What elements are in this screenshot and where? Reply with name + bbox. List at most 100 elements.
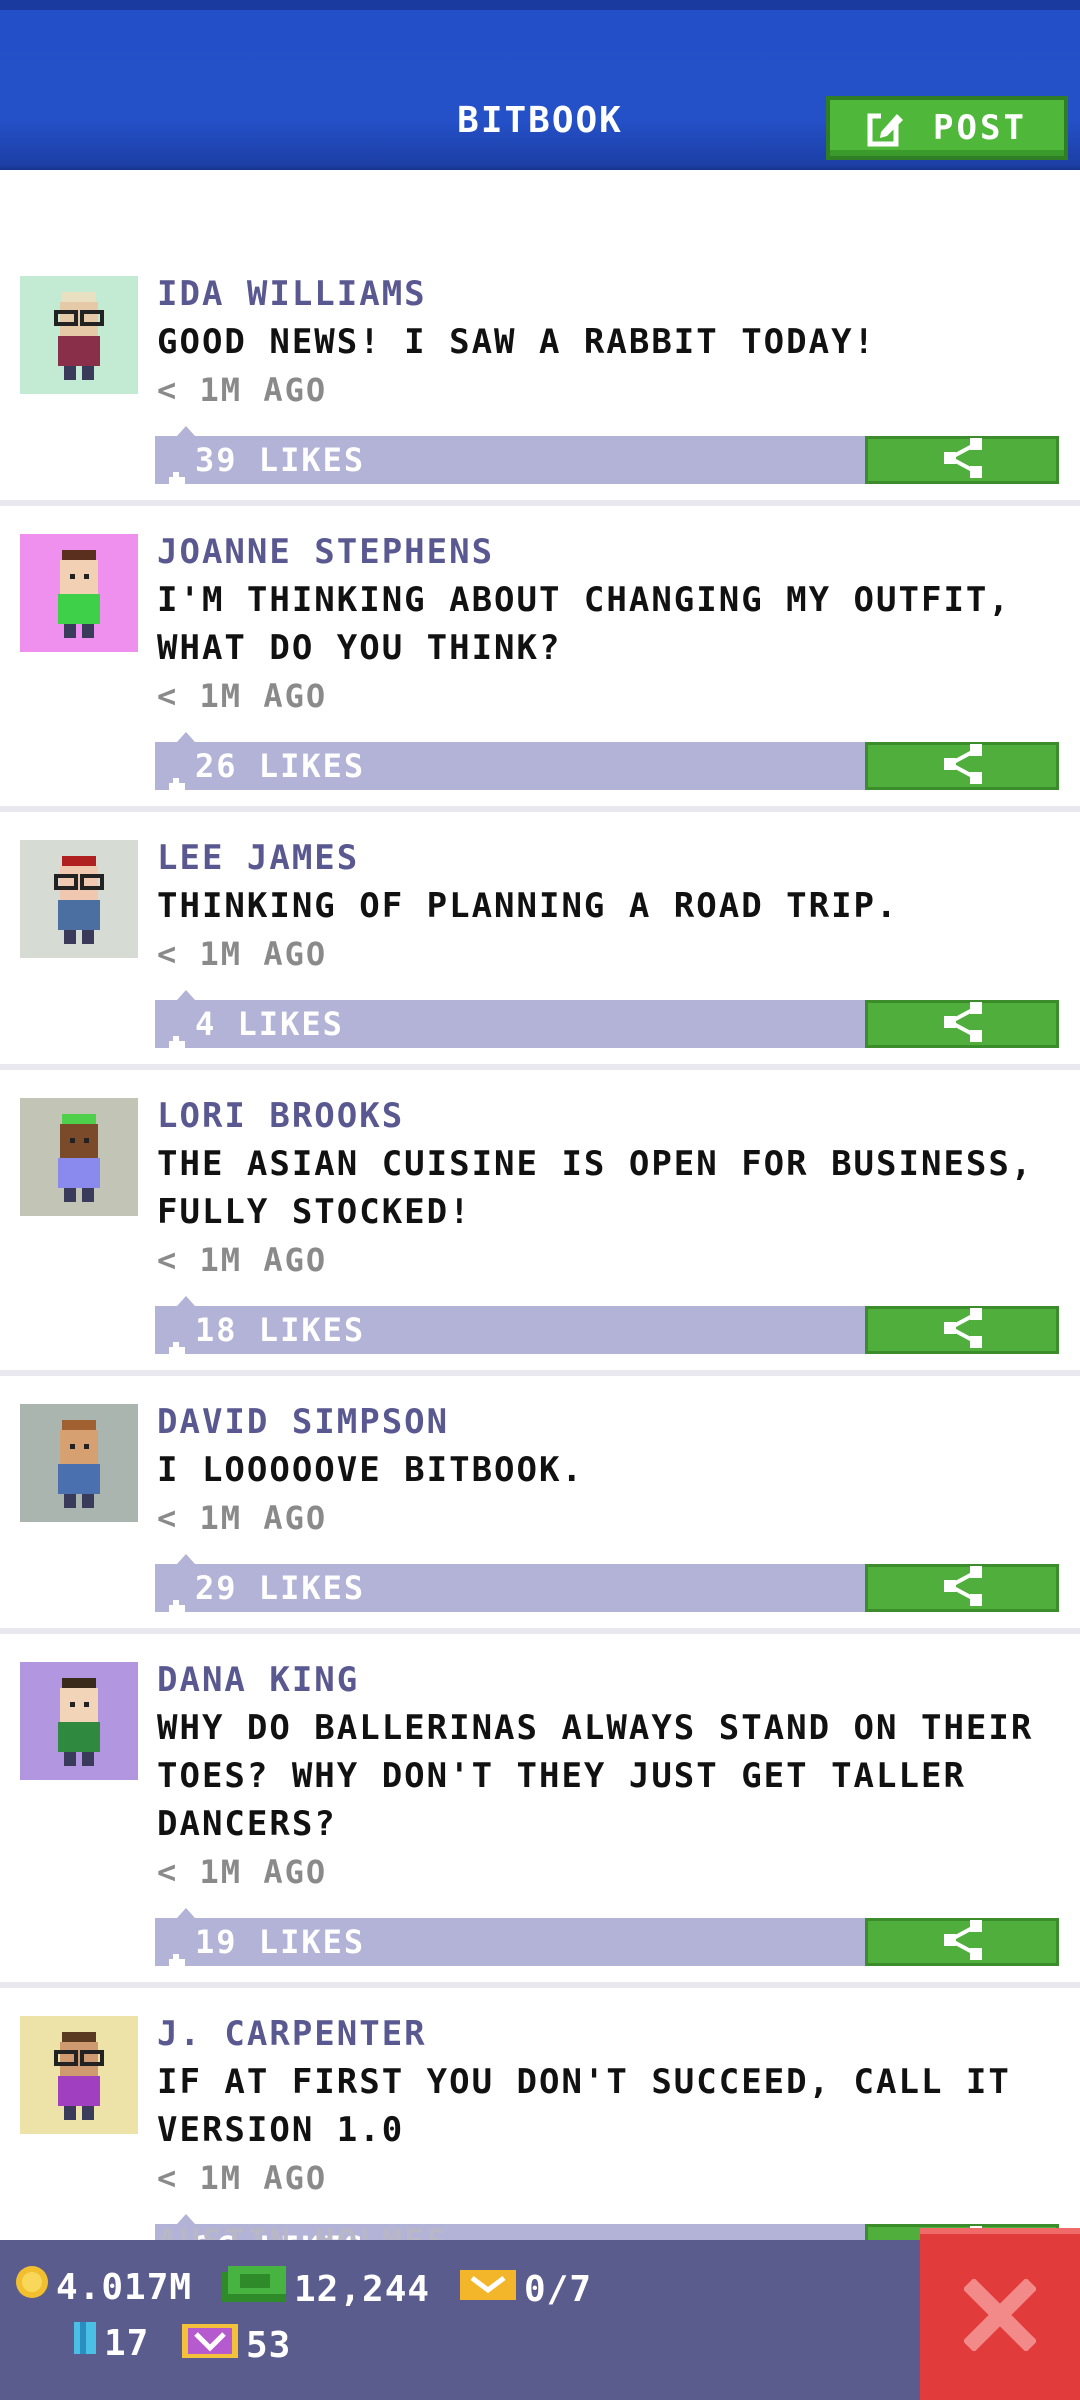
share-button[interactable] [865,1306,1059,1354]
post-author[interactable]: DANA KING [157,1656,1060,1704]
post-author[interactable]: JOANNE STEPHENS [157,528,1060,576]
like-bar-pointer [177,1296,195,1306]
thumb-icon [167,1580,187,1615]
avatar [20,1662,138,1780]
like-bar[interactable]: 18 LIKES [155,1296,1059,1357]
cash-value: 12,244 [294,2268,431,2310]
share-icon [940,1308,984,1352]
post-text: THINKING OF PLANNING A ROAD TRIP. [157,886,899,926]
post-button[interactable]: POST [826,96,1068,160]
avatar [20,534,138,652]
cash-icon [220,2264,288,2315]
likes-label: 19 LIKES [195,1923,366,1961]
coins-value: 4.017M [56,2266,193,2308]
vip-stat: 53 [180,2320,291,2371]
feed-post: JOANNE STEPHENS I'M THINKING ABOUT CHANGI… [0,506,1080,812]
post-content: IDA WILLIAMS GOOD NEWS! I SAW A RABBIT TO… [157,270,1060,414]
share-icon [940,438,984,482]
feed-post: DANA KING WHY DO BALLERINAS ALWAYS STAND … [0,1634,1080,1988]
likes-count: 4 LIKES [167,1000,344,1051]
avatar [20,840,138,958]
feed-post: DAVID SIMPSON I LOOOOOVE BITBOOK. < 1M AGO… [0,1376,1080,1634]
post-author[interactable]: J. CARPENTER [157,2010,1060,2058]
bux-value: 17 [104,2322,150,2364]
like-bar-pointer [177,732,195,742]
post-content: JOANNE STEPHENS I'M THINKING ABOUT CHANGI… [157,528,1060,720]
status-bar: AUSTIN HOLMES 4.017M 12,244 0/7 17 53 [0,2222,1080,2400]
avatar [20,276,138,394]
like-bar[interactable]: 39 LIKES [155,426,1059,487]
post-author[interactable]: IDA WILLIAMS [157,270,1060,318]
like-bar[interactable]: 4 LIKES [155,990,1059,1051]
close-button[interactable] [920,2228,1080,2400]
post-time: < 1M AGO [157,2159,328,2197]
thumb-icon [167,1016,187,1051]
post-content: J. CARPENTER IF AT FIRST YOU DON'T SUCCEE… [157,2010,1060,2202]
post-content: LORI BROOKS THE ASIAN CUISINE IS OPEN FOR… [157,1092,1060,1284]
like-bar-pointer [177,1908,195,1918]
close-icon [962,2277,1038,2355]
post-time: < 1M AGO [157,935,328,973]
likes-count: 18 LIKES [167,1306,366,1357]
like-bar[interactable]: 26 LIKES [155,732,1059,793]
likes-label: 26 LIKES [195,747,366,785]
feed-post: LEE JAMES THINKING OF PLANNING A ROAD TRI… [0,812,1080,1070]
feed-post: IDA WILLIAMS GOOD NEWS! I SAW A RABBIT TO… [0,170,1080,506]
post-content: DANA KING WHY DO BALLERINAS ALWAYS STAND … [157,1656,1060,1896]
share-icon [940,1002,984,1046]
likes-label: 29 LIKES [195,1569,366,1607]
post-author[interactable]: LORI BROOKS [157,1092,1060,1140]
feed-post: LORI BROOKS THE ASIAN CUISINE IS OPEN FOR… [0,1070,1080,1376]
share-button[interactable] [865,1918,1059,1966]
share-button[interactable] [865,742,1059,790]
share-icon [940,1566,984,1610]
edit-icon [867,108,907,148]
post-label: POST [933,108,1027,148]
bux-icon [72,2320,98,2367]
thumb-icon [167,452,187,487]
peek-post-name: AUSTIN HOLMES [157,2218,449,2240]
avatar [20,1404,138,1522]
app-header: BITBOOK POST [0,0,1080,170]
likes-label: 18 LIKES [195,1311,366,1349]
post-time: < 1M AGO [157,677,328,715]
likes-count: 29 LIKES [167,1564,366,1615]
likes-count: 26 LIKES [167,742,366,793]
post-content: LEE JAMES THINKING OF PLANNING A ROAD TRI… [157,834,1060,978]
thumb-icon [167,1322,187,1357]
ticket-icon [458,2264,518,2315]
like-bar-pointer [177,426,195,436]
vip-icon [180,2320,240,2371]
header-top-line [0,0,1080,10]
tickets-value: 0/7 [524,2268,593,2310]
post-time: < 1M AGO [157,1241,328,1279]
post-time: < 1M AGO [157,1853,328,1891]
post-author[interactable]: DAVID SIMPSON [157,1398,1060,1446]
thumb-icon [167,758,187,793]
post-content: DAVID SIMPSON I LOOOOOVE BITBOOK. < 1M AGO [157,1398,1060,1542]
cash-stat: 12,244 [220,2264,430,2315]
post-time: < 1M AGO [157,1499,328,1537]
share-button[interactable] [865,1000,1059,1048]
like-bar[interactable]: 29 LIKES [155,1554,1059,1615]
likes-label: 39 LIKES [195,441,366,479]
thumb-icon [167,1934,187,1969]
coin-icon [14,2264,50,2311]
like-bar[interactable]: 19 LIKES [155,1908,1059,1969]
feed-list: IDA WILLIAMS GOOD NEWS! I SAW A RABBIT TO… [0,170,1080,2294]
like-bar-pointer [177,990,195,1000]
share-icon [940,744,984,788]
post-text: IF AT FIRST YOU DON'T SUCCEED, CALL IT V… [157,2062,1011,2150]
avatar [20,1098,138,1216]
likes-count: 39 LIKES [167,436,366,487]
share-button[interactable] [865,1564,1059,1612]
vip-value: 53 [246,2324,292,2366]
share-icon [940,1920,984,1964]
post-text: WHY DO BALLERINAS ALWAYS STAND ON THEIR … [157,1708,1034,1844]
likes-label: 4 LIKES [195,1005,344,1043]
avatar [20,2016,138,2134]
bux-stat: 17 [72,2320,149,2367]
share-button[interactable] [865,436,1059,484]
post-author[interactable]: LEE JAMES [157,834,1060,882]
post-text: I'M THINKING ABOUT CHANGING MY OUTFIT, W… [157,580,1011,668]
